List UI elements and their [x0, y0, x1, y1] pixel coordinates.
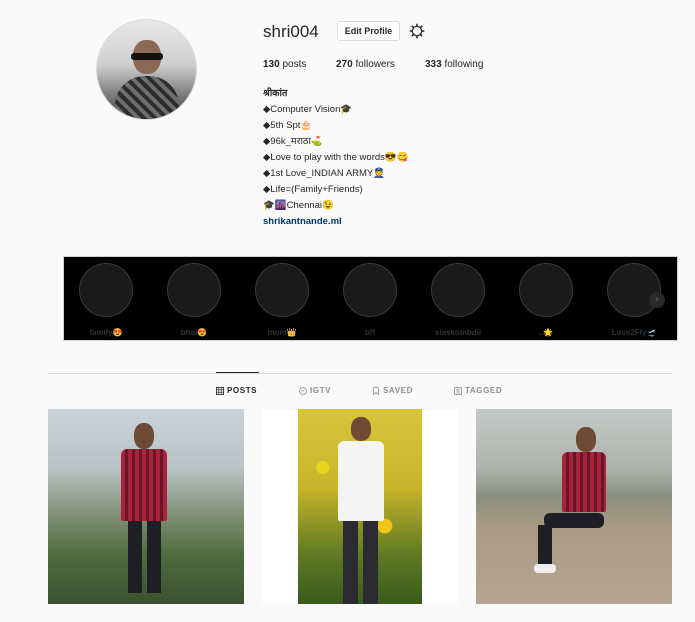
highlight-cover	[343, 263, 397, 317]
tag-icon	[454, 386, 462, 395]
posts-count-value: 130	[263, 59, 280, 70]
highlight-label: Love2Fly🛫	[611, 328, 657, 337]
username: shri004	[263, 22, 319, 41]
tabs-divider	[48, 373, 672, 374]
bio-name: श्रीकांत	[263, 88, 288, 99]
bio-line: 🎓🌆Chennai😉	[263, 200, 334, 211]
highlight-item[interactable]: bff	[342, 263, 398, 337]
bio-line: ◆Love to play with the words😎😋	[263, 152, 409, 163]
highlight-item[interactable]: siaskombdii	[430, 263, 486, 337]
bio-line: ◆1st Love_INDIAN ARMY👮	[263, 168, 386, 179]
highlight-label: siaskombdii	[434, 328, 482, 337]
highlight-cover	[167, 263, 221, 317]
bio-website-link[interactable]: shrikantnande.ml	[263, 214, 409, 230]
post-image	[298, 409, 422, 604]
chevron-right-icon[interactable]: ›	[649, 292, 665, 308]
posts-count-label: posts	[282, 59, 307, 70]
edit-profile-button[interactable]: Edit Profile	[337, 21, 400, 41]
highlight-item[interactable]: ..🌟	[518, 263, 574, 337]
bookmark-icon	[373, 386, 379, 395]
highlight-label: family😍	[89, 328, 123, 337]
posts-count: 130 posts	[263, 59, 306, 70]
post-thumbnail[interactable]	[262, 409, 458, 604]
grid-icon	[216, 386, 224, 395]
bio-line: ◆Life=(Family+Friends)	[263, 184, 363, 195]
igtv-icon	[299, 386, 307, 395]
story-highlights-tray: family😍 bhai😍 mom👑 bff siaskombdii ..🌟 L…	[63, 256, 678, 341]
bio-line: ◆Computer Vision🎓	[263, 104, 353, 115]
followers-count-value: 270	[336, 59, 353, 70]
followers-label: followers	[355, 59, 395, 70]
highlight-cover	[607, 263, 661, 317]
highlight-cover	[519, 263, 573, 317]
profile-avatar[interactable]	[96, 19, 197, 120]
avatar-sunglasses	[131, 53, 163, 60]
highlight-cover	[79, 263, 133, 317]
following-count-value: 333	[425, 59, 442, 70]
tab-tagged[interactable]: TAGGED	[454, 386, 502, 395]
highlight-item[interactable]: mom👑	[254, 263, 310, 337]
post-thumbnail[interactable]	[48, 409, 244, 604]
highlight-item[interactable]: family😍	[78, 263, 134, 337]
highlight-label: bff	[364, 328, 376, 337]
gear-icon[interactable]	[409, 23, 425, 39]
tab-label: TAGGED	[465, 386, 503, 395]
highlight-label: bhai😍	[180, 328, 208, 337]
highlight-item[interactable]: bhai😍	[166, 263, 222, 337]
post-thumbnail[interactable]	[476, 409, 672, 604]
avatar-body	[115, 76, 179, 119]
highlight-cover	[431, 263, 485, 317]
highlight-cover	[255, 263, 309, 317]
tab-posts[interactable]: POSTS	[216, 386, 257, 395]
bio-line: ◆96k_मराठा⛳	[263, 136, 323, 147]
following-label: following	[444, 59, 484, 70]
active-tab-indicator	[216, 372, 259, 373]
profile-bio: श्रीकांत ◆Computer Vision🎓 ◆5th Spt🎂 ◆96…	[263, 86, 409, 230]
followers-link[interactable]: 270 followers	[336, 59, 395, 70]
bio-line: ◆5th Spt🎂	[263, 120, 313, 131]
tab-label: IGTV	[310, 386, 332, 395]
highlight-label: ..🌟	[538, 328, 554, 337]
tab-igtv[interactable]: IGTV	[299, 386, 331, 395]
tab-label: POSTS	[227, 386, 258, 395]
tab-label: SAVED	[383, 386, 413, 395]
following-link[interactable]: 333 following	[425, 59, 483, 70]
tab-saved[interactable]: SAVED	[372, 386, 413, 395]
highlight-label: mom👑	[267, 328, 297, 337]
